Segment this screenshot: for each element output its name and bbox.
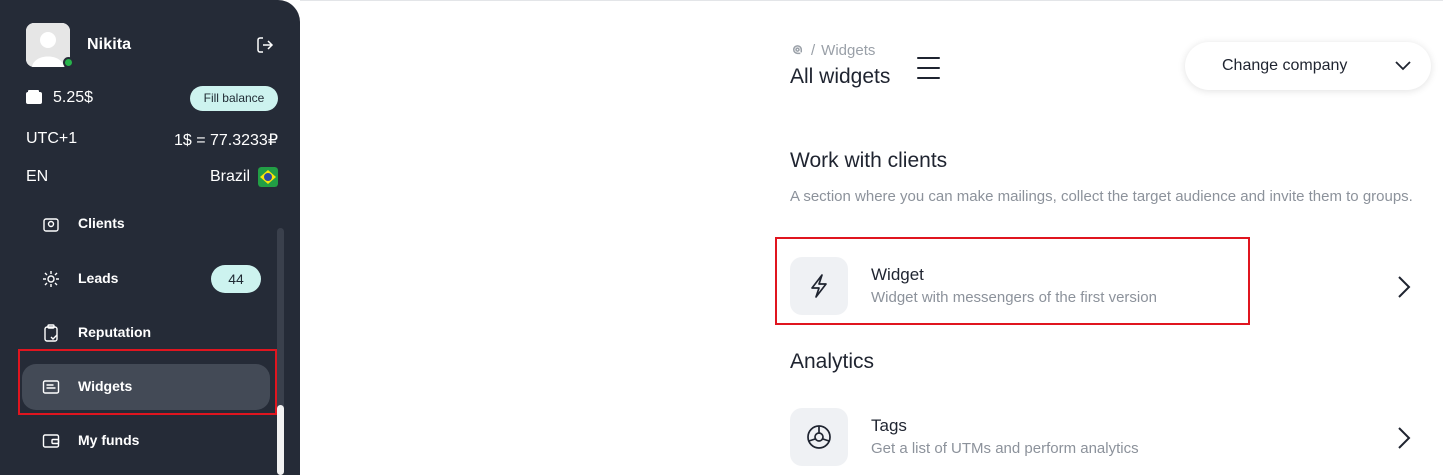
wallet-icon xyxy=(26,90,42,104)
menu-icon[interactable] xyxy=(917,57,940,79)
chevron-right-icon[interactable] xyxy=(1397,275,1411,299)
widget-card-tags[interactable]: Tags Get a list of UTMs and perform anal… xyxy=(790,408,1430,468)
widget-icon-box xyxy=(790,408,848,466)
breadcrumb-separator: / xyxy=(811,42,816,59)
clipboard-check-icon xyxy=(44,324,58,342)
sidebar-item-my-funds[interactable]: My funds xyxy=(22,418,270,464)
sidebar-menu: Clients Leads 44 Reputation Widgets My f… xyxy=(0,210,300,475)
widget-subtitle: Get a list of UTMs and perform analytics xyxy=(871,440,1139,457)
wallet-icon xyxy=(42,434,60,448)
logo-icon[interactable] xyxy=(790,43,805,58)
chart-circle-icon xyxy=(807,425,831,449)
leads-icon xyxy=(43,271,59,287)
section-description: A section where you can make mailings, c… xyxy=(790,188,1413,205)
breadcrumb: / Widgets xyxy=(790,42,875,59)
sidebar-item-leads[interactable]: Leads 44 xyxy=(22,256,270,302)
widget-card-widget[interactable]: Widget Widget with messengers of the fir… xyxy=(790,257,1430,317)
widget-title: Tags xyxy=(871,416,907,435)
sidebar-item-label: My funds xyxy=(78,432,140,448)
sidebar-item-clients[interactable]: Clients xyxy=(22,210,270,247)
sidebar-item-label: Leads xyxy=(78,270,119,286)
sidebar-item-reputation[interactable]: Reputation xyxy=(22,310,270,356)
section-title: Analytics xyxy=(790,350,875,373)
balance-value: 5.25$ xyxy=(53,89,94,106)
change-company-label: Change company xyxy=(1222,57,1348,74)
logout-icon[interactable] xyxy=(256,36,274,54)
sidebar-item-widgets[interactable]: Widgets xyxy=(22,364,270,410)
sidebar-item-label: Widgets xyxy=(78,378,133,394)
widgets-icon xyxy=(42,380,60,394)
brazil-flag-icon xyxy=(258,167,278,187)
chevron-right-icon[interactable] xyxy=(1397,426,1411,450)
language-selector[interactable]: EN xyxy=(26,168,48,186)
section-title: Work with clients xyxy=(790,149,948,172)
lightning-icon xyxy=(811,274,827,298)
sidebar-item-label: Clients xyxy=(78,215,125,231)
widget-subtitle: Widget with messengers of the first vers… xyxy=(871,289,1157,306)
sidebar: Nikita 5.25$ Fill balance UTC+1 1$ = 77.… xyxy=(0,0,300,475)
top-divider xyxy=(300,0,1443,1)
country-label: Brazil xyxy=(209,168,250,185)
page-title: All widgets xyxy=(790,65,891,88)
clients-icon xyxy=(43,218,59,232)
exchange-rate: 1$ = 77.3233₽ xyxy=(173,132,278,149)
user-name: Nikita xyxy=(87,36,132,53)
online-status-dot xyxy=(63,57,74,68)
change-company-dropdown[interactable]: Change company xyxy=(1185,42,1431,90)
widget-title: Widget xyxy=(871,265,924,284)
sidebar-scrollbar-thumb[interactable] xyxy=(277,405,284,475)
sidebar-item-label: Reputation xyxy=(78,324,152,340)
breadcrumb-current[interactable]: Widgets xyxy=(821,42,875,59)
widget-icon-box xyxy=(790,257,848,315)
leads-count-badge: 44 xyxy=(211,265,261,293)
fill-balance-button[interactable]: Fill balance xyxy=(190,86,278,111)
timezone-label: UTC+1 xyxy=(26,130,78,147)
chevron-down-icon xyxy=(1395,61,1411,71)
